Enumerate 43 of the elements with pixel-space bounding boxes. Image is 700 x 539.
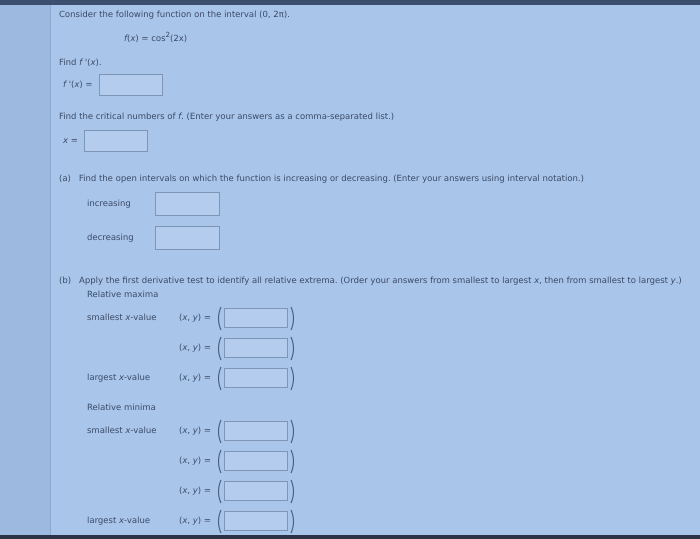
coordinate-label: (x, y) = [179,373,211,384]
part-label: (a) [59,174,71,184]
answer-field[interactable] [224,308,288,328]
answer-field[interactable] [224,338,288,358]
coordinate-label: (x, y) = [179,343,211,354]
question-text: Find the open intervals on which the function is increasing or decreasing. (Enter your answers using interval notation.) [78,174,584,184]
right-parenthesis-icon [290,366,297,391]
right-parenthesis-icon [290,418,297,444]
coordinate-label: (x, y) = [179,426,211,436]
right-parenthesis-icon [290,336,297,361]
answer-label: f '(x) = [63,80,93,90]
right-parenthesis-icon [290,478,297,504]
coordinate-label: (x, y) = [179,516,211,526]
question-text: Find the critical numbers of f. (Enter your answers as a comma-separated list.) [59,112,394,122]
answer-label: smallest x-value [87,313,156,324]
answer-label: largest x-value [87,373,150,384]
answer-field[interactable] [224,481,288,502]
part-label: (b) [59,276,72,286]
coordinate-label: (x, y) = [179,313,211,324]
answer-label: smallest x-value [87,426,156,436]
answer-field[interactable] [155,192,220,216]
function-formula: f(x) = cos$^{2}$(2x) [124,30,188,44]
section-label: Relative maxima [87,290,158,300]
question-text: Consider the following function on the interval (0, 2π). [59,10,291,20]
coordinate-label: (x, y) = [179,456,211,466]
answer-label: x = [63,136,78,146]
question-text: Apply the first derivative test to identify all relative extrema. (Order your answers from smallest to largest x, then from smallest to largest y.) [79,276,682,286]
section-label: Relative minima [87,402,156,413]
answer-label: increasing [87,198,131,209]
answer-label: largest x-value [87,516,150,526]
answer-label: decreasing [87,232,134,243]
coordinate-label: (x, y) = [179,486,211,496]
answer-field[interactable] [98,74,163,96]
answer-field[interactable] [155,226,220,250]
answer-field[interactable] [224,368,288,388]
right-parenthesis-icon [290,306,297,331]
right-parenthesis-icon [290,508,297,534]
answer-field[interactable] [224,421,288,442]
answer-field[interactable] [224,511,288,532]
right-parenthesis-icon [290,448,297,474]
question-text: Find f '(x). [59,58,102,68]
answer-field[interactable] [224,451,288,472]
answer-field[interactable] [84,130,148,152]
